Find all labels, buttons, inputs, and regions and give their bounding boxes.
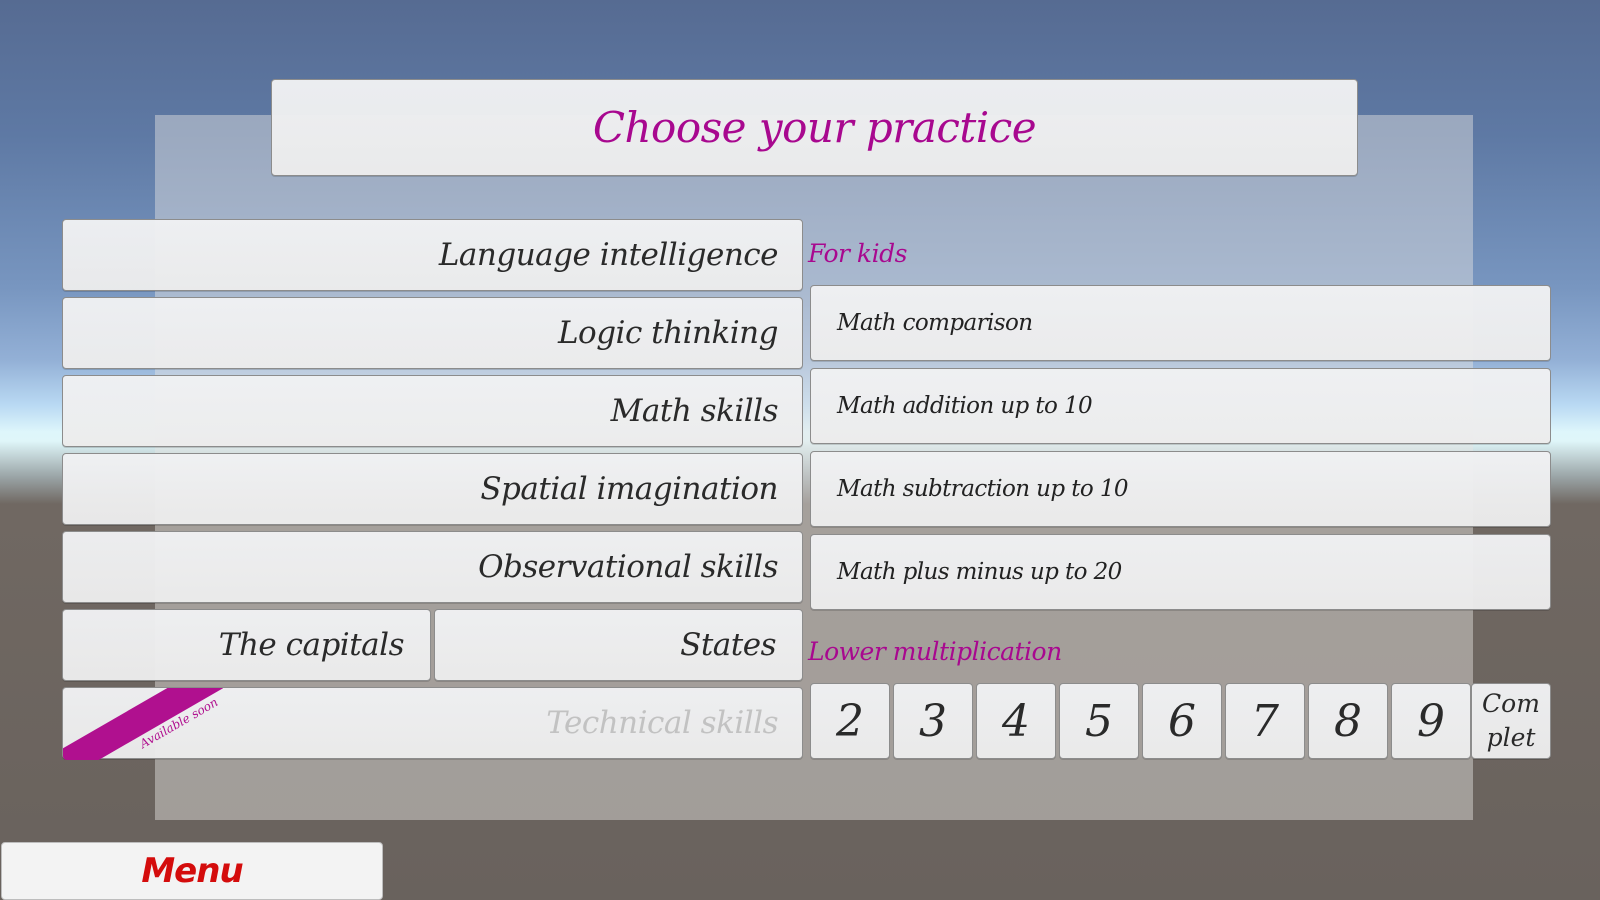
multiplication-3-button[interactable]: 3 [893, 683, 973, 759]
multiplication-complete-button[interactable]: Complet [1471, 683, 1551, 759]
category-label: Logic thinking [557, 315, 779, 351]
multiplication-2-button[interactable]: 2 [810, 683, 890, 759]
menu-button[interactable]: Menu [1, 842, 383, 900]
capitals-button[interactable]: The capitals [62, 609, 431, 681]
technical-skills-label: Technical skills [546, 705, 778, 741]
practice-label: Math plus minus up to 20 [837, 559, 1122, 585]
menu-label: Menu [141, 851, 243, 891]
category-label: Language intelligence [438, 237, 779, 273]
multiplication-7-button[interactable]: 7 [1225, 683, 1305, 759]
multiplication-8-button[interactable]: 8 [1308, 683, 1388, 759]
category-label: Spatial imagination [480, 471, 778, 507]
page-title: Choose your practice [592, 103, 1037, 152]
practice-label: Math subtraction up to 10 [837, 476, 1128, 502]
number-label: 9 [1417, 695, 1445, 747]
number-label: 2 [836, 695, 864, 747]
technical-skills-button: Available soon Technical skills [62, 687, 803, 760]
practice-math-subtraction-button[interactable]: Math subtraction up to 10 [810, 451, 1551, 527]
category-label: Observational skills [478, 549, 778, 585]
practice-math-addition-button[interactable]: Math addition up to 10 [810, 368, 1551, 444]
category-spatial-imagination-button[interactable]: Spatial imagination [62, 453, 803, 525]
multiplication-5-button[interactable]: 5 [1059, 683, 1139, 759]
category-observational-skills-button[interactable]: Observational skills [62, 531, 803, 603]
number-label: 3 [919, 695, 947, 747]
lower-multiplication-heading: Lower multiplication [808, 637, 1062, 666]
practice-math-plus-minus-button[interactable]: Math plus minus up to 20 [810, 534, 1551, 610]
title-panel: Choose your practice [271, 79, 1358, 176]
number-label: 4 [1002, 695, 1030, 747]
for-kids-heading: For kids [808, 239, 907, 268]
category-label: Math skills [610, 393, 779, 429]
category-math-skills-button[interactable]: Math skills [62, 375, 803, 447]
states-button[interactable]: States [434, 609, 803, 681]
category-logic-thinking-button[interactable]: Logic thinking [62, 297, 803, 369]
number-label: 5 [1085, 695, 1113, 747]
capitals-label: The capitals [218, 627, 405, 663]
practice-label: Math comparison [837, 310, 1033, 336]
category-language-intelligence-button[interactable]: Language intelligence [62, 219, 803, 291]
multiplication-4-button[interactable]: 4 [976, 683, 1056, 759]
available-soon-ribbon: Available soon [63, 688, 223, 760]
complete-label: Complet [1482, 689, 1540, 752]
number-label: 8 [1334, 695, 1362, 747]
practice-math-comparison-button[interactable]: Math comparison [810, 285, 1551, 361]
multiplication-9-button[interactable]: 9 [1391, 683, 1471, 759]
states-label: States [680, 627, 776, 663]
multiplication-6-button[interactable]: 6 [1142, 683, 1222, 759]
number-label: 7 [1251, 695, 1279, 747]
number-label: 6 [1168, 695, 1196, 747]
practice-label: Math addition up to 10 [837, 393, 1093, 419]
